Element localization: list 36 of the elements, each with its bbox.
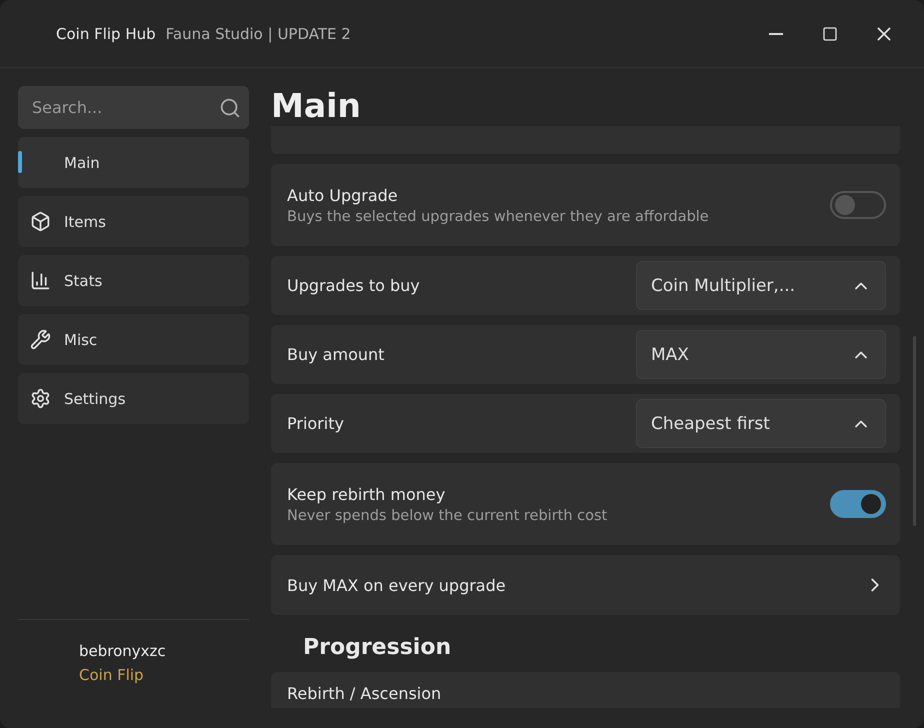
dropdown[interactable]: Cheapest first <box>636 399 886 448</box>
settings-icon <box>30 388 51 409</box>
setting-label: Priority <box>287 414 345 433</box>
minimize-icon <box>769 32 783 34</box>
section-heading: Progression <box>303 635 452 660</box>
search-icon <box>219 96 241 118</box>
cube-icon <box>30 211 51 232</box>
sidebar-item[interactable]: Stats <box>18 255 249 306</box>
setting-label: Buy amount <box>287 345 386 364</box>
search-field[interactable]: Search... <box>30 97 219 118</box>
dropdown[interactable]: Coin Multiplier,... <box>636 261 886 310</box>
setting-description: Never spends below the current rebirth cost <box>287 508 608 524</box>
page-title: Main <box>271 86 362 126</box>
setting-label: Rebirth / Ascension <box>287 684 442 702</box>
window-title: Coin Flip Hub <box>56 24 156 42</box>
window-subtitle: Fauna Studio | UPDATE 2 <box>166 24 352 42</box>
sidebar-item[interactable]: Misc <box>18 314 249 365</box>
sidebar-item[interactable]: Items <box>18 196 249 247</box>
sidebar-item[interactable]: Main <box>18 137 249 188</box>
maximize-icon <box>822 26 838 42</box>
dropdown[interactable]: MAX <box>636 330 886 379</box>
username: bebronyxzc <box>79 642 167 660</box>
setting-link-row[interactable]: Buy MAX on every upgrade <box>271 555 900 615</box>
setting-label: Keep rebirth money <box>287 484 446 504</box>
toggle-switch[interactable] <box>830 490 886 518</box>
toggle-switch[interactable] <box>830 191 886 219</box>
game-name: Coin Flip <box>79 666 145 684</box>
setting-label: Upgrades to buy <box>287 276 421 295</box>
setting-link-row[interactable]: Rebirth / Ascension <box>271 672 900 708</box>
wrench-icon <box>30 329 51 350</box>
setting-label: Auto Upgrade <box>287 186 399 204</box>
bar-chart-icon <box>30 270 51 291</box>
search-box[interactable]: Search... <box>18 86 249 129</box>
setting-description: Buys the selected upgrades whenever they are affordable <box>287 208 710 224</box>
sidebar-item[interactable]: Settings <box>18 373 249 424</box>
setting-label: Buy MAX on every upgrade <box>287 576 507 594</box>
